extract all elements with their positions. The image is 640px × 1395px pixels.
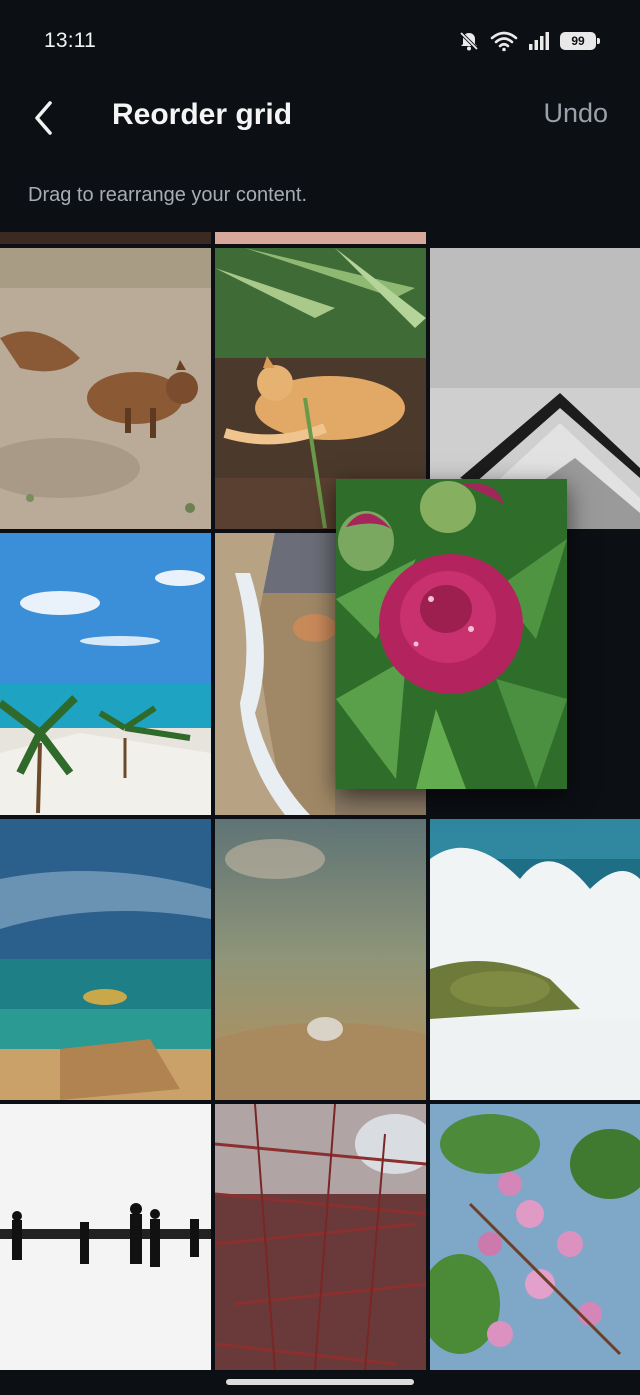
back-button[interactable] [22,96,66,140]
tile-beach-palms[interactable] [0,533,211,815]
tile-partial-top-left[interactable] [0,232,211,244]
tile-dried-branches[interactable] [215,1104,426,1370]
header: Reorder grid Undo [0,84,640,148]
undo-button[interactable]: Undo [543,98,608,129]
signal-icon [528,31,550,51]
tile-sea-rock[interactable] [0,819,211,1100]
battery-icon: 99 [560,32,600,50]
page-title: Reorder grid [112,98,293,131]
status-bar: 13:11 99 [0,0,640,84]
instruction-text: Drag to rearrange your content. [28,184,308,206]
tile-shell[interactable] [215,819,426,1100]
tile-people-snow[interactable] [0,1104,211,1370]
chevron-left-icon [35,101,52,135]
tile-pink-blossoms[interactable] [430,1104,640,1370]
tile-squirrel[interactable] [0,248,211,529]
home-indicator[interactable] [226,1379,414,1385]
bell-muted-icon [458,30,480,52]
status-time: 13:11 [44,29,96,52]
battery-level: 99 [571,34,585,48]
tile-partial-top-middle[interactable] [215,232,426,244]
dragging-tile-peony[interactable] [336,479,567,789]
photo-grid [0,232,640,1395]
status-icons: 99 [458,28,600,54]
tile-wave-splash[interactable] [430,819,640,1100]
wifi-icon [490,30,518,52]
